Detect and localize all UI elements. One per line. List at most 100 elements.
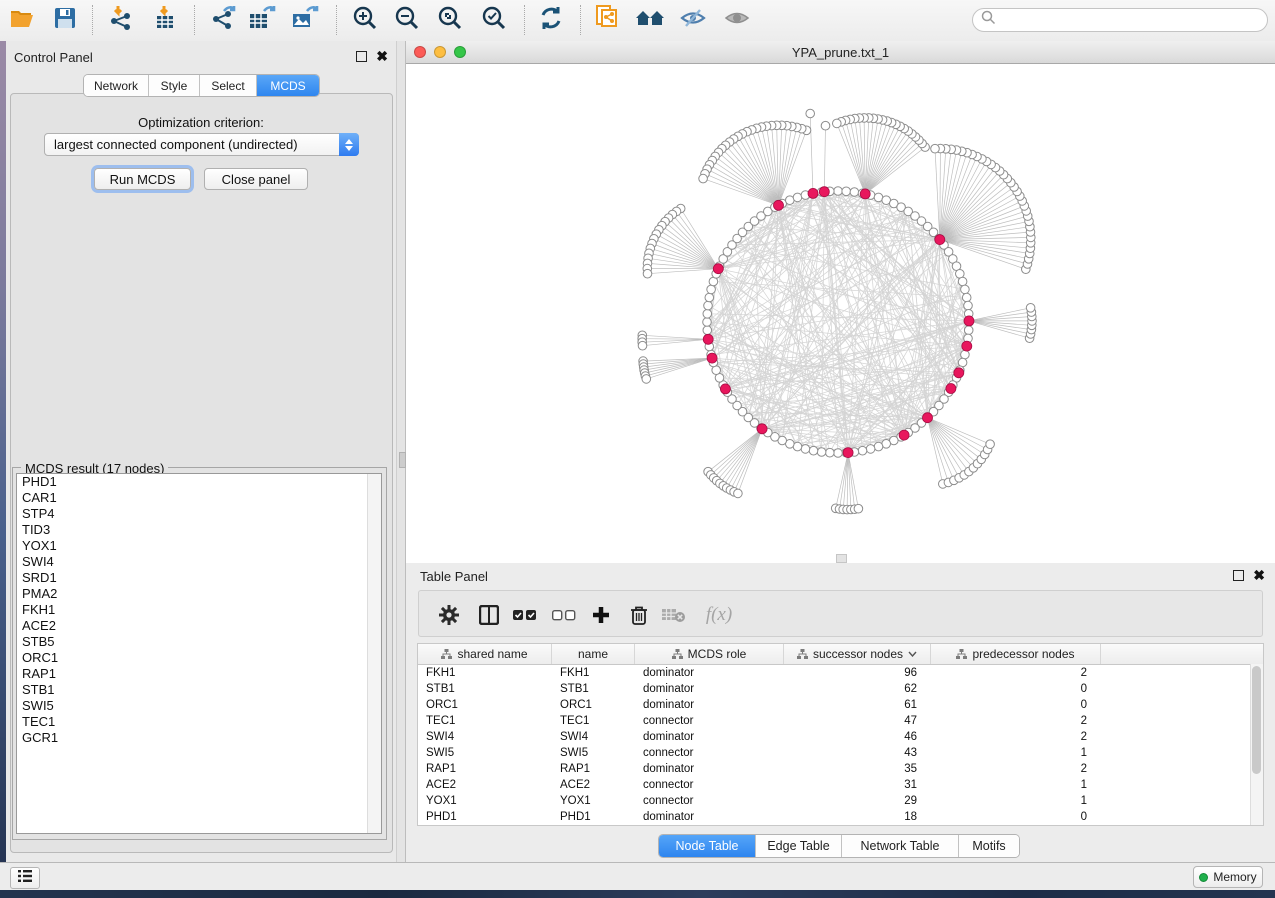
mcds-result-item[interactable]: STP4	[17, 506, 381, 522]
table-row[interactable]: YOX1YOX1connector291	[418, 793, 1263, 809]
table-cell[interactable]: FKH1	[418, 667, 552, 679]
table-cell[interactable]: 1	[931, 779, 1101, 791]
table-cell[interactable]: 2	[931, 667, 1101, 679]
tab-network-table[interactable]: Network Table	[842, 835, 959, 857]
search-field[interactable]	[972, 8, 1268, 32]
tab-select[interactable]: Select	[200, 75, 257, 96]
select-all-checkboxes-icon[interactable]	[513, 603, 537, 627]
table-cell[interactable]: 2	[931, 763, 1101, 775]
table-cell[interactable]: RAP1	[418, 763, 552, 775]
deselect-all-checkboxes-icon[interactable]	[552, 603, 576, 627]
canvas-splitter-grip[interactable]	[836, 554, 847, 563]
table-cell[interactable]: ACE2	[418, 779, 552, 791]
zoom-fit-button[interactable]	[433, 5, 467, 35]
panel-splitter[interactable]	[396, 41, 406, 862]
mcds-list-scrollbar[interactable]	[367, 474, 381, 833]
export-table-button[interactable]	[245, 5, 279, 35]
mcds-result-item[interactable]: TEC1	[17, 714, 381, 730]
table-row[interactable]: FKH1FKH1dominator962	[418, 665, 1263, 681]
close-panel-icon[interactable]: ✖	[376, 52, 388, 61]
network-graph[interactable]	[406, 64, 1275, 563]
table-cell[interactable]: RAP1	[552, 763, 635, 775]
tab-style[interactable]: Style	[149, 75, 200, 96]
table-cell[interactable]: 62	[784, 683, 931, 695]
table-row[interactable]: STB1STB1dominator620	[418, 681, 1263, 697]
close-panel-button[interactable]: Close panel	[204, 168, 308, 190]
table-cell[interactable]: 1	[931, 795, 1101, 807]
export-image-button[interactable]	[288, 5, 322, 35]
delete-table-icon[interactable]	[662, 603, 686, 627]
tab-network[interactable]: Network	[84, 75, 149, 96]
first-neighbors-button[interactable]	[633, 5, 667, 35]
table-row[interactable]: TEC1TEC1connector472	[418, 713, 1263, 729]
table-cell[interactable]: connector	[635, 715, 784, 727]
mcds-result-item[interactable]: STB1	[17, 682, 381, 698]
table-cell[interactable]: dominator	[635, 731, 784, 743]
tab-motifs[interactable]: Motifs	[959, 835, 1019, 857]
network-window-titlebar[interactable]: YPA_prune.txt_1	[406, 41, 1275, 64]
table-scrollbar-thumb[interactable]	[1252, 666, 1261, 774]
tab-mcds[interactable]: MCDS	[257, 75, 319, 96]
export-network-button[interactable]	[206, 5, 240, 35]
save-session-button[interactable]	[48, 5, 82, 35]
tab-edge-table[interactable]: Edge Table	[756, 835, 842, 857]
table-cell[interactable]: FKH1	[552, 667, 635, 679]
mcds-result-item[interactable]: SRD1	[17, 570, 381, 586]
column-header-mcds-role[interactable]: MCDS role	[635, 644, 784, 664]
function-builder-icon[interactable]: f(x)	[702, 603, 736, 627]
table-cell[interactable]: SWI5	[418, 747, 552, 759]
table-cell[interactable]: dominator	[635, 763, 784, 775]
table-cell[interactable]: 31	[784, 779, 931, 791]
table-cell[interactable]: 0	[931, 699, 1101, 711]
table-cell[interactable]: YOX1	[552, 795, 635, 807]
table-cell[interactable]: PHD1	[552, 811, 635, 823]
table-cell[interactable]: YOX1	[418, 795, 552, 807]
show-columns-icon[interactable]	[477, 603, 501, 627]
table-row[interactable]: RAP1RAP1dominator352	[418, 761, 1263, 777]
refresh-layout-button[interactable]	[534, 5, 568, 35]
zoom-out-button[interactable]	[390, 5, 424, 35]
table-cell[interactable]: dominator	[635, 811, 784, 823]
table-cell[interactable]: 96	[784, 667, 931, 679]
mcds-result-item[interactable]: RAP1	[17, 666, 381, 682]
table-cell[interactable]: ORC1	[418, 699, 552, 711]
table-scrollbar[interactable]	[1250, 664, 1263, 825]
table-cell[interactable]: 1	[931, 747, 1101, 759]
table-cell[interactable]: 0	[931, 811, 1101, 823]
node-table[interactable]: shared name name MCDS role successor nod…	[417, 643, 1264, 826]
memory-button[interactable]: Memory	[1193, 866, 1263, 888]
close-panel-icon[interactable]: ✖	[1253, 571, 1265, 580]
column-header-successor-nodes[interactable]: successor nodes	[784, 644, 931, 664]
splitter-grip[interactable]	[399, 452, 406, 468]
table-cell[interactable]: STB1	[552, 683, 635, 695]
table-cell[interactable]: TEC1	[418, 715, 552, 727]
column-header-shared-name[interactable]: shared name	[418, 644, 552, 664]
mcds-result-item[interactable]: CAR1	[17, 490, 381, 506]
table-cell[interactable]: 29	[784, 795, 931, 807]
table-cell[interactable]: 46	[784, 731, 931, 743]
mcds-result-item[interactable]: YOX1	[17, 538, 381, 554]
table-cell[interactable]: dominator	[635, 683, 784, 695]
column-header-name[interactable]: name	[552, 644, 635, 664]
table-cell[interactable]: dominator	[635, 667, 784, 679]
import-network-button[interactable]	[104, 5, 138, 35]
table-row[interactable]: PHD1PHD1dominator180	[418, 809, 1263, 825]
table-cell[interactable]: 0	[931, 683, 1101, 695]
mcds-result-item[interactable]: ACE2	[17, 618, 381, 634]
zoom-selected-button[interactable]	[477, 5, 511, 35]
table-body[interactable]: FKH1FKH1dominator962STB1STB1dominator620…	[418, 665, 1263, 825]
hide-selected-button[interactable]	[676, 5, 710, 35]
table-cell[interactable]: SWI4	[418, 731, 552, 743]
tab-node-table[interactable]: Node Table	[659, 835, 756, 857]
mcds-result-item[interactable]: FKH1	[17, 602, 381, 618]
table-cell[interactable]: 43	[784, 747, 931, 759]
table-row[interactable]: ORC1ORC1dominator610	[418, 697, 1263, 713]
mcds-result-item[interactable]: SWI5	[17, 698, 381, 714]
table-cell[interactable]: 61	[784, 699, 931, 711]
add-column-plus-icon[interactable]	[589, 603, 613, 627]
mcds-result-item[interactable]: ORC1	[17, 650, 381, 666]
table-cell[interactable]: SWI5	[552, 747, 635, 759]
network-canvas[interactable]	[406, 64, 1275, 563]
table-options-gear-icon[interactable]	[437, 603, 461, 627]
table-cell[interactable]: SWI4	[552, 731, 635, 743]
